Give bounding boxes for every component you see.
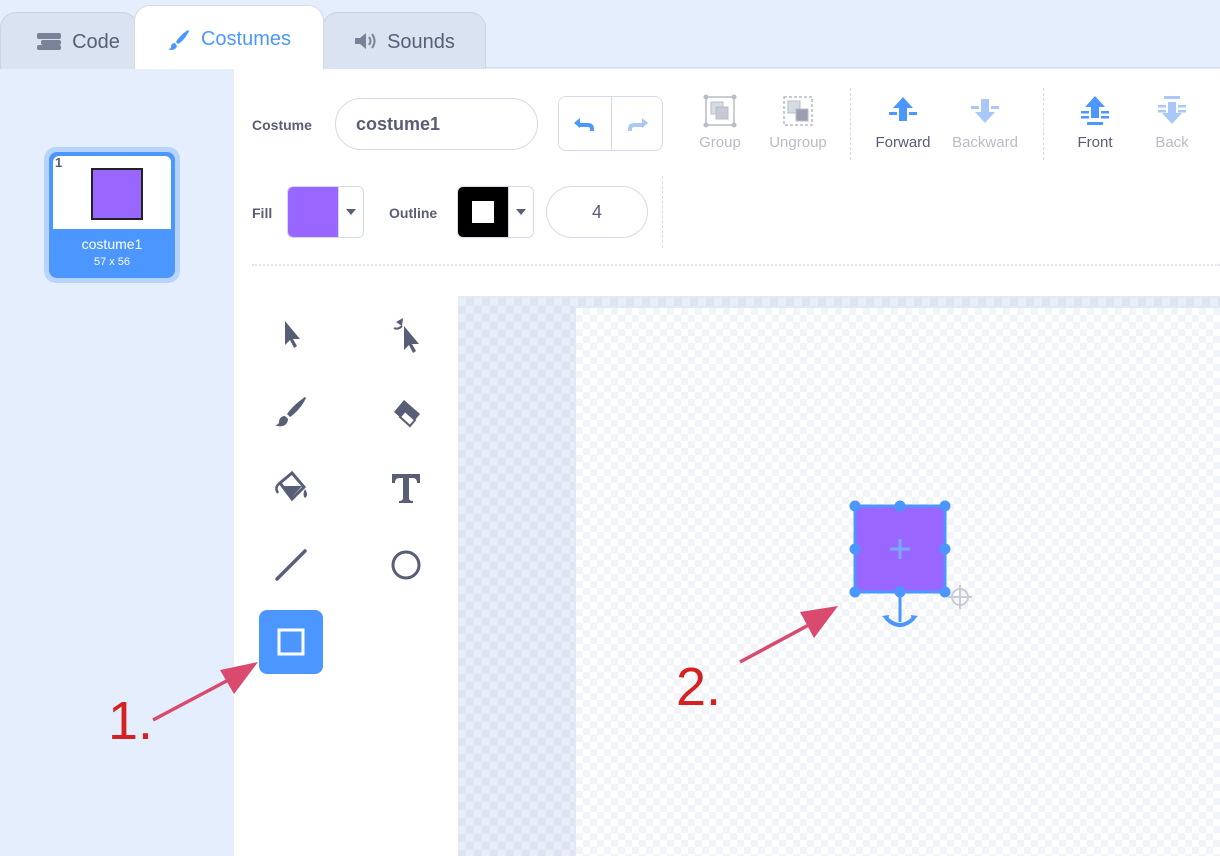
fill-label: Fill bbox=[252, 205, 273, 221]
rotate-handle-icon[interactable] bbox=[882, 592, 918, 627]
tab-costumes-label: Costumes bbox=[200, 28, 292, 50]
fill-color-picker[interactable] bbox=[287, 186, 364, 238]
backward-label: Backward bbox=[952, 134, 1018, 151]
text-tool[interactable] bbox=[374, 456, 438, 520]
caret-down-icon bbox=[346, 209, 356, 215]
caret-down-icon bbox=[516, 209, 526, 215]
costume-tile-body: 1 costume1 57 x 56 bbox=[49, 152, 175, 278]
reshape-tool[interactable] bbox=[374, 302, 438, 366]
tab-costumes[interactable]: Costumes bbox=[134, 5, 324, 69]
redo-icon bbox=[627, 117, 648, 131]
outline-dropdown-caret bbox=[508, 187, 533, 237]
tab-code-label: Code bbox=[72, 31, 120, 53]
rectangle-icon bbox=[277, 628, 305, 656]
ungroup-icon bbox=[783, 96, 813, 126]
annotation-step-1: 1. bbox=[108, 691, 154, 751]
outline-color-picker[interactable] bbox=[457, 186, 534, 238]
costume-name-label: costume1 bbox=[81, 236, 143, 252]
paint-bucket-icon bbox=[275, 470, 307, 502]
costume-size-label: 57 x 56 bbox=[93, 256, 131, 268]
editor-tab-bar: Code Sounds Costumes bbox=[0, 0, 1220, 69]
group-icon bbox=[703, 94, 737, 128]
backward-icon bbox=[971, 99, 999, 123]
group-label: Group bbox=[699, 134, 741, 151]
move-crosshair-icon bbox=[948, 585, 972, 609]
back-button[interactable]: Back bbox=[1127, 94, 1217, 158]
circle-tool[interactable] bbox=[374, 533, 438, 597]
line-icon bbox=[275, 549, 307, 581]
outline-width-input[interactable] bbox=[546, 186, 648, 238]
drawn-rectangle[interactable] bbox=[840, 494, 980, 634]
backward-button[interactable]: Backward bbox=[940, 94, 1030, 158]
annotation-step-2: 2. bbox=[676, 657, 722, 717]
costume-tile[interactable]: 1 costume1 57 x 56 bbox=[44, 147, 180, 283]
tab-sounds-label: Sounds bbox=[387, 31, 455, 53]
line-tool[interactable] bbox=[259, 533, 323, 597]
outline-color-swatch bbox=[458, 187, 508, 237]
circle-icon bbox=[391, 550, 421, 580]
undo-icon bbox=[573, 117, 594, 131]
toolbar-divider bbox=[1043, 88, 1044, 160]
toolbar-separator bbox=[252, 264, 1220, 266]
ungroup-button[interactable]: Ungroup bbox=[753, 94, 843, 158]
brush-icon bbox=[275, 397, 306, 427]
back-label: Back bbox=[1155, 134, 1189, 151]
code-blocks-icon bbox=[37, 33, 62, 50]
undo-button[interactable] bbox=[559, 97, 611, 150]
eraser-tool[interactable] bbox=[374, 380, 438, 444]
speaker-icon bbox=[355, 33, 376, 49]
costume-thumbnail bbox=[53, 156, 171, 229]
rectangle-tool[interactable] bbox=[259, 610, 323, 674]
ungroup-label: Ungroup bbox=[769, 134, 827, 151]
reshape-cursor-icon bbox=[393, 318, 419, 353]
costume-number: 1 bbox=[55, 155, 63, 170]
back-icon bbox=[1158, 96, 1186, 124]
group-button[interactable]: Group bbox=[675, 94, 765, 158]
toolbar-divider bbox=[662, 176, 663, 248]
fill-color-swatch bbox=[288, 187, 338, 237]
select-tool[interactable] bbox=[259, 302, 323, 366]
tab-code[interactable]: Code bbox=[0, 12, 138, 69]
front-label: Front bbox=[1077, 134, 1113, 151]
undo-redo-group bbox=[558, 96, 663, 151]
arrow-cursor-icon bbox=[285, 321, 300, 348]
forward-icon bbox=[889, 97, 917, 121]
front-icon bbox=[1081, 96, 1109, 125]
forward-button[interactable]: Forward bbox=[858, 94, 948, 158]
fill-tool[interactable] bbox=[259, 456, 323, 520]
tab-sounds[interactable]: Sounds bbox=[322, 12, 486, 69]
forward-label: Forward bbox=[875, 134, 931, 151]
toolbar-divider bbox=[850, 88, 851, 160]
outline-label: Outline bbox=[389, 205, 438, 221]
eraser-icon bbox=[394, 400, 420, 428]
costume-name-input[interactable] bbox=[335, 98, 538, 150]
redo-button[interactable] bbox=[610, 97, 662, 150]
fill-dropdown-caret bbox=[338, 187, 363, 237]
brush-tool[interactable] bbox=[259, 380, 323, 444]
paintbrush-icon bbox=[167, 30, 189, 50]
costume-name-label: Costume bbox=[252, 117, 312, 133]
costume-thumbnail-shape bbox=[91, 168, 143, 220]
text-icon bbox=[392, 474, 420, 503]
